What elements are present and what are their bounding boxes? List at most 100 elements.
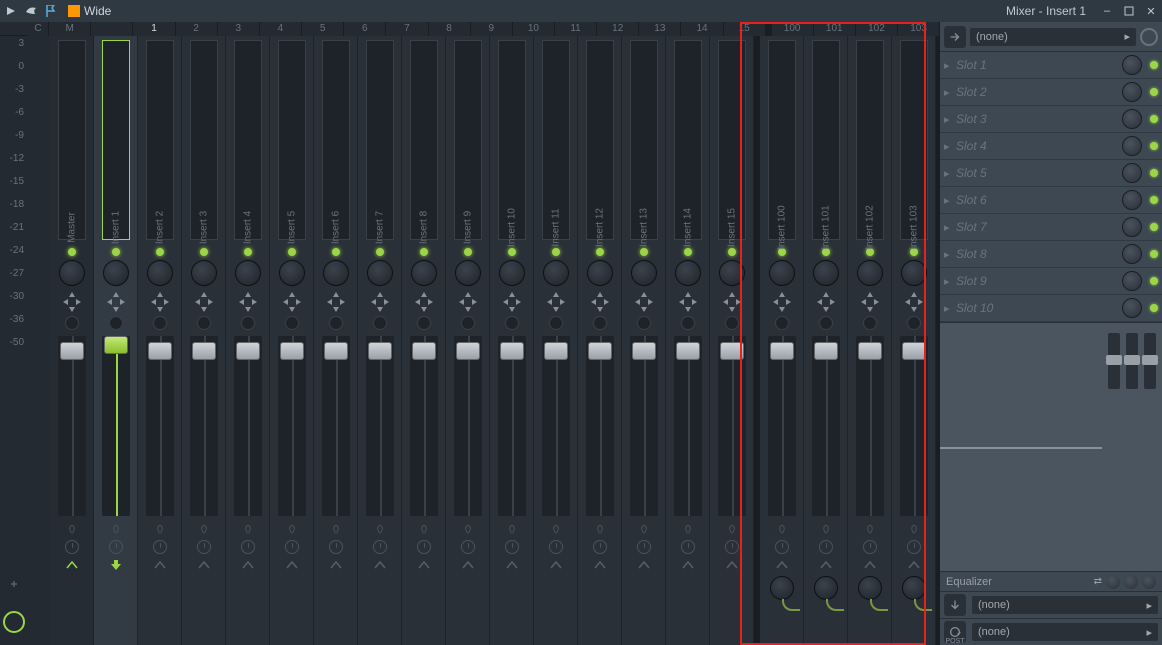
- volume-fader[interactable]: [58, 336, 86, 516]
- stereo-sep-icon[interactable]: [327, 292, 345, 312]
- minimize-button[interactable]: –: [1100, 4, 1114, 18]
- volume-fader[interactable]: [234, 336, 262, 516]
- stereo-sep-icon[interactable]: [371, 292, 389, 312]
- fx-enable-icon[interactable]: [727, 524, 737, 534]
- track-delay-icon[interactable]: [329, 540, 343, 554]
- volume-fader[interactable]: [366, 336, 394, 516]
- stereo-sep-icon[interactable]: [239, 292, 257, 312]
- nudge-icon[interactable]: [7, 577, 21, 591]
- slot-enable-led[interactable]: [1150, 196, 1158, 204]
- fx-enable-icon[interactable]: [463, 524, 473, 534]
- fx-enable-icon[interactable]: [331, 524, 341, 534]
- slot-enable-led[interactable]: [1150, 88, 1158, 96]
- link-icon[interactable]: [775, 316, 789, 330]
- pan-knob[interactable]: [719, 260, 745, 286]
- fx-enable-icon[interactable]: [155, 524, 165, 534]
- track-header-101[interactable]: 101: [814, 22, 856, 36]
- fx-enable-icon[interactable]: [419, 524, 429, 534]
- volume-fader[interactable]: [856, 336, 884, 516]
- mute-led[interactable]: [640, 248, 648, 256]
- stereo-sep-icon[interactable]: [283, 292, 301, 312]
- track-delay-icon[interactable]: [65, 540, 79, 554]
- preset-selector[interactable]: Wide: [68, 4, 111, 18]
- output-selector-1[interactable]: (none)▸: [972, 596, 1158, 614]
- mute-led[interactable]: [200, 248, 208, 256]
- route-arrow-icon[interactable]: [242, 560, 254, 570]
- eq-knob-mid[interactable]: [1124, 575, 1138, 589]
- volume-fader[interactable]: [410, 336, 438, 516]
- volume-fader[interactable]: [768, 336, 796, 516]
- volume-fader[interactable]: [718, 336, 746, 516]
- link-icon[interactable]: [593, 316, 607, 330]
- mute-led[interactable]: [464, 248, 472, 256]
- track-delay-icon[interactable]: [109, 540, 123, 554]
- track-delay-icon[interactable]: [725, 540, 739, 554]
- track-delay-icon[interactable]: [505, 540, 519, 554]
- track-header-14[interactable]: 14: [681, 22, 723, 36]
- pan-knob[interactable]: [103, 260, 129, 286]
- track-delay-icon[interactable]: [417, 540, 431, 554]
- stereo-sep-icon[interactable]: [459, 292, 477, 312]
- link-icon[interactable]: [417, 316, 431, 330]
- fx-enable-icon[interactable]: [375, 524, 385, 534]
- pan-knob[interactable]: [769, 260, 795, 286]
- link-icon[interactable]: [197, 316, 211, 330]
- slot-enable-led[interactable]: [1150, 115, 1158, 123]
- track-header-100[interactable]: 100: [772, 22, 814, 36]
- volume-fader[interactable]: [542, 336, 570, 516]
- route-arrow-icon[interactable]: [638, 560, 650, 570]
- pan-knob[interactable]: [813, 260, 839, 286]
- route-arrow-icon[interactable]: [198, 560, 210, 570]
- effect-slot-8[interactable]: ▸Slot 8: [940, 241, 1162, 268]
- mixer-track-insert-2[interactable]: Insert 2: [138, 36, 182, 645]
- pan-knob[interactable]: [631, 260, 657, 286]
- volume-fader[interactable]: [630, 336, 658, 516]
- mixer-track-insert-9[interactable]: Insert 9: [446, 36, 490, 645]
- track-header-103[interactable]: 103: [898, 22, 940, 36]
- route-arrow-icon[interactable]: [594, 560, 606, 570]
- route-arrow-icon[interactable]: [286, 560, 298, 570]
- pan-knob[interactable]: [147, 260, 173, 286]
- slot-enable-led[interactable]: [1150, 223, 1158, 231]
- route-arrow-icon[interactable]: [820, 560, 832, 570]
- pan-knob[interactable]: [455, 260, 481, 286]
- slot-mix-knob[interactable]: [1122, 217, 1142, 237]
- fx-enable-icon[interactable]: [821, 524, 831, 534]
- slot-mix-knob[interactable]: [1122, 55, 1142, 75]
- track-delay-icon[interactable]: [549, 540, 563, 554]
- stereo-sep-icon[interactable]: [107, 292, 125, 312]
- eq-knob-high[interactable]: [1142, 575, 1156, 589]
- eq-reset-icon[interactable]: ⇄: [1094, 576, 1102, 587]
- slot-mix-knob[interactable]: [1122, 136, 1142, 156]
- route-arrow-icon[interactable]: [726, 560, 738, 570]
- track-header-2[interactable]: 2: [176, 22, 218, 36]
- stereo-sep-icon[interactable]: [905, 292, 923, 312]
- effect-slot-3[interactable]: ▸Slot 3: [940, 106, 1162, 133]
- slot-enable-led[interactable]: [1150, 169, 1158, 177]
- route-arrow-icon[interactable]: [154, 560, 166, 570]
- stereo-sep-icon[interactable]: [151, 292, 169, 312]
- link-icon[interactable]: [505, 316, 519, 330]
- pan-knob[interactable]: [411, 260, 437, 286]
- pan-knob[interactable]: [901, 260, 927, 286]
- track-header-11[interactable]: 11: [555, 22, 597, 36]
- track-header-102[interactable]: 102: [856, 22, 898, 36]
- volume-fader[interactable]: [322, 336, 350, 516]
- effect-slot-2[interactable]: ▸Slot 2: [940, 79, 1162, 106]
- track-header-6[interactable]: 6: [344, 22, 386, 36]
- mute-led[interactable]: [420, 248, 428, 256]
- fx-enable-icon[interactable]: [199, 524, 209, 534]
- track-delay-icon[interactable]: [593, 540, 607, 554]
- effect-slot-7[interactable]: ▸Slot 7: [940, 214, 1162, 241]
- mute-led[interactable]: [332, 248, 340, 256]
- track-delay-icon[interactable]: [197, 540, 211, 554]
- mixer-track-insert-100[interactable]: Insert 100: [760, 36, 804, 645]
- stereo-sep-icon[interactable]: [773, 292, 791, 312]
- slot-mix-knob[interactable]: [1122, 190, 1142, 210]
- input-selector[interactable]: (none) ▸: [970, 28, 1136, 46]
- send-knob[interactable]: [858, 576, 882, 600]
- input-routing-icon[interactable]: POST: [944, 26, 966, 48]
- volume-fader[interactable]: [498, 336, 526, 516]
- eq-fader-2[interactable]: [1126, 333, 1138, 389]
- stereo-sep-icon[interactable]: [63, 292, 81, 312]
